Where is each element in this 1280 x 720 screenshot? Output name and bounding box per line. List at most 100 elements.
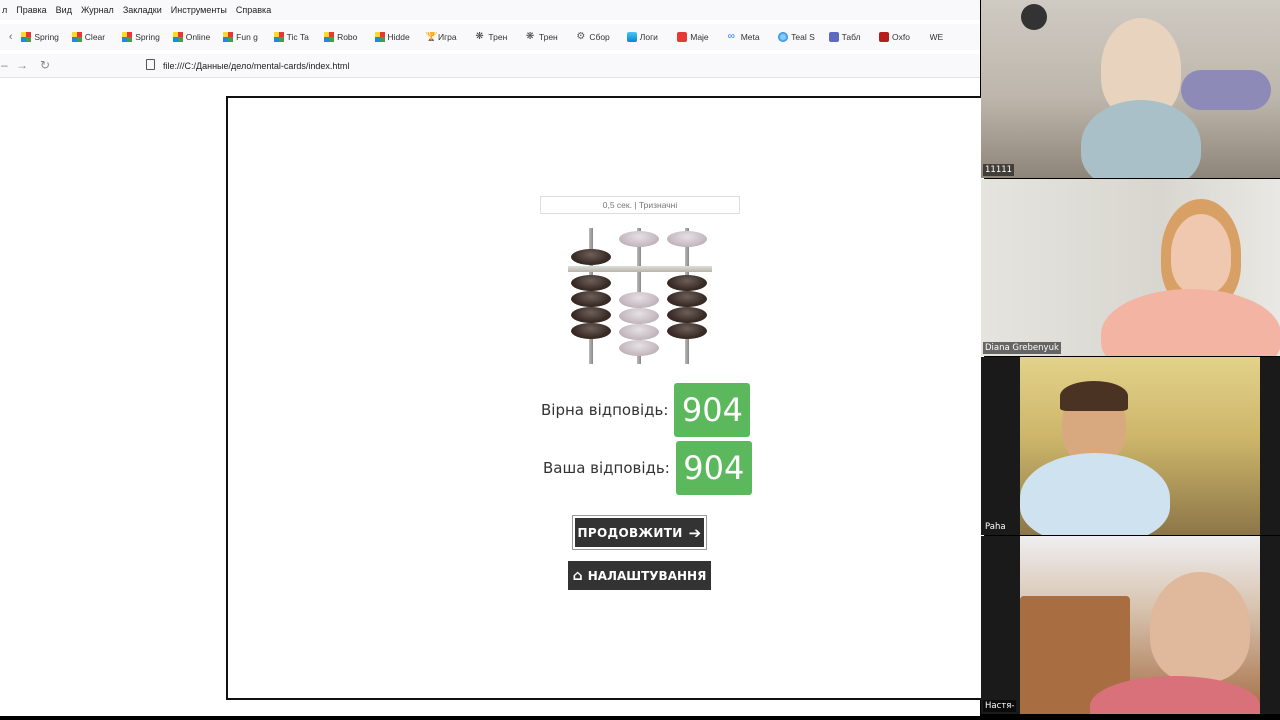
page-icon bbox=[146, 59, 155, 70]
bookmark-item[interactable]: Maje bbox=[677, 32, 727, 42]
abacus-bead bbox=[667, 323, 707, 339]
multicolor-square-icon bbox=[21, 32, 32, 42]
participant-video bbox=[1020, 536, 1260, 714]
oxford-icon bbox=[879, 32, 890, 42]
abacus-bead bbox=[619, 324, 659, 340]
participant-video-tile[interactable]: Diana Grebenyuk bbox=[981, 179, 1280, 356]
abacus-bead bbox=[619, 308, 659, 324]
continue-button-focus-ring: ПРОДОВЖИТИ ➔ bbox=[572, 515, 707, 550]
abacus-bead bbox=[571, 307, 611, 323]
multicolor-square-icon bbox=[324, 32, 335, 42]
menu-item-edit[interactable]: Правка bbox=[16, 5, 46, 15]
address-bar: – → ↻ file:///C:/Данные/дело/mental-card… bbox=[0, 54, 980, 78]
bookmark-item[interactable]: Spring bbox=[21, 32, 71, 42]
participant-video bbox=[1020, 357, 1260, 535]
abacus-beam bbox=[568, 266, 712, 272]
bookmark-item[interactable]: Teal S bbox=[778, 32, 828, 42]
participant-name: Настя- bbox=[983, 700, 1017, 712]
globe-icon bbox=[778, 32, 789, 42]
participant-name: 11111 bbox=[983, 164, 1015, 176]
bookmarks-bar: ‹ Spring Clear Spring Online Fun g Tic T… bbox=[0, 24, 980, 50]
url-input[interactable]: file:///C:/Данные/дело/mental-cards/inde… bbox=[163, 61, 349, 71]
multicolor-square-icon bbox=[223, 32, 234, 42]
correct-answer-label: Вірна відповідь: bbox=[541, 401, 669, 419]
bookmark-item[interactable]: Online bbox=[172, 32, 223, 42]
bookmark-item[interactable]: Fun g bbox=[223, 32, 273, 42]
screen: л Правка Вид Журнал Закладки Инструменты… bbox=[0, 0, 1280, 720]
bookmark-item[interactable]: 🏆 Игра bbox=[425, 32, 475, 42]
back-arrow-icon[interactable]: – bbox=[1, 58, 8, 72]
your-answer-label: Ваша відповідь: bbox=[543, 459, 670, 477]
brain-icon: ❋ bbox=[475, 32, 484, 42]
brain-icon: ❋ bbox=[525, 32, 535, 42]
participant-face bbox=[1171, 214, 1231, 294]
multicolor-square-icon bbox=[172, 32, 183, 42]
bookmark-item[interactable]: Spring bbox=[122, 32, 172, 42]
participant-figure bbox=[1081, 100, 1201, 178]
correct-answer-value: 904 bbox=[674, 383, 751, 437]
abacus-bead bbox=[571, 249, 611, 265]
abacus-bead bbox=[571, 275, 611, 291]
bookmark-item[interactable]: Robo bbox=[324, 32, 374, 42]
continue-button[interactable]: ПРОДОВЖИТИ ➔ bbox=[575, 518, 704, 547]
abacus-bead bbox=[619, 292, 659, 308]
participant-figure bbox=[1020, 453, 1170, 535]
menu-item-file[interactable]: л bbox=[2, 5, 7, 15]
menu-item-view[interactable]: Вид bbox=[56, 5, 72, 15]
menu-item-help[interactable]: Справка bbox=[236, 5, 271, 15]
image-icon bbox=[626, 32, 637, 42]
clock-shape bbox=[1021, 4, 1047, 30]
abacus-bead bbox=[571, 323, 611, 339]
bookmarks-scroll-left-icon[interactable]: ‹ bbox=[0, 31, 21, 43]
menu-item-bookmarks[interactable]: Закладки bbox=[123, 5, 162, 15]
participant-face bbox=[1150, 572, 1250, 682]
bookmark-item[interactable]: ❋ Трен bbox=[526, 32, 576, 42]
abacus-bead bbox=[667, 291, 707, 307]
abacus bbox=[566, 226, 716, 366]
meta-icon: ∞ bbox=[727, 32, 735, 42]
abacus-bead bbox=[619, 231, 659, 247]
settings-button[interactable]: ⌂ НАЛАШТУВАННЯ bbox=[568, 561, 711, 590]
browser-window: л Правка Вид Журнал Закладки Инструменты… bbox=[0, 0, 986, 716]
bookmark-item[interactable]: Табл bbox=[828, 32, 879, 42]
continue-button-label: ПРОДОВЖИТИ bbox=[577, 525, 683, 540]
menu-bar: л Правка Вид Журнал Закладки Инструменты… bbox=[0, 0, 980, 20]
trophy-icon: 🏆 bbox=[424, 32, 438, 42]
multicolor-square-icon bbox=[273, 32, 284, 42]
participant-hair bbox=[1060, 381, 1128, 411]
bookmark-item[interactable]: ⚙ Сбор bbox=[576, 32, 626, 42]
gear-icon: ⚙ bbox=[576, 32, 586, 42]
bookmark-item[interactable]: Clear bbox=[71, 32, 122, 42]
your-answer-row: Ваша відповідь: 904 bbox=[543, 441, 752, 495]
video-icon bbox=[828, 32, 839, 42]
youtube-icon bbox=[677, 32, 688, 42]
participant-video-tile[interactable]: Paha bbox=[981, 357, 1280, 535]
multicolor-square-icon bbox=[122, 32, 133, 42]
bookmark-item[interactable]: Логи bbox=[626, 32, 677, 42]
correct-answer-row: Вірна відповідь: 904 bbox=[541, 383, 751, 437]
abacus-bead bbox=[667, 307, 707, 323]
bookmark-item[interactable]: Tic Ta bbox=[273, 32, 324, 42]
participant-name: Diana Grebenyuk bbox=[983, 342, 1061, 354]
participant-figure bbox=[1101, 289, 1280, 356]
bookmark-item[interactable]: ❋ Трен bbox=[475, 32, 525, 42]
forward-arrow-icon[interactable]: → bbox=[16, 58, 28, 72]
abacus-bead bbox=[619, 340, 659, 356]
participant-video-tile[interactable]: 11111 bbox=[981, 0, 1280, 178]
participant-video-tile[interactable]: Настя- bbox=[981, 536, 1280, 714]
bookmark-item[interactable]: WE bbox=[930, 32, 980, 42]
bookmark-item[interactable]: Oxfo bbox=[879, 32, 929, 42]
status-box: 0,5 сек. | Тризначні bbox=[540, 196, 740, 214]
abacus-bead bbox=[571, 291, 611, 307]
your-answer-value: 904 bbox=[675, 441, 752, 495]
settings-button-label: НАЛАШТУВАННЯ bbox=[587, 568, 707, 583]
bottle-shape bbox=[1181, 70, 1271, 110]
menu-item-tools[interactable]: Инструменты bbox=[171, 5, 227, 15]
multicolor-square-icon bbox=[374, 32, 385, 42]
abacus-bead bbox=[667, 275, 707, 291]
bookmark-item[interactable]: ∞ Meta bbox=[728, 32, 778, 42]
bookmark-item[interactable]: Hidde bbox=[374, 32, 425, 42]
reload-icon[interactable]: ↻ bbox=[40, 58, 50, 72]
menu-item-history[interactable]: Журнал bbox=[81, 5, 114, 15]
participant-name: Paha bbox=[985, 522, 1006, 532]
